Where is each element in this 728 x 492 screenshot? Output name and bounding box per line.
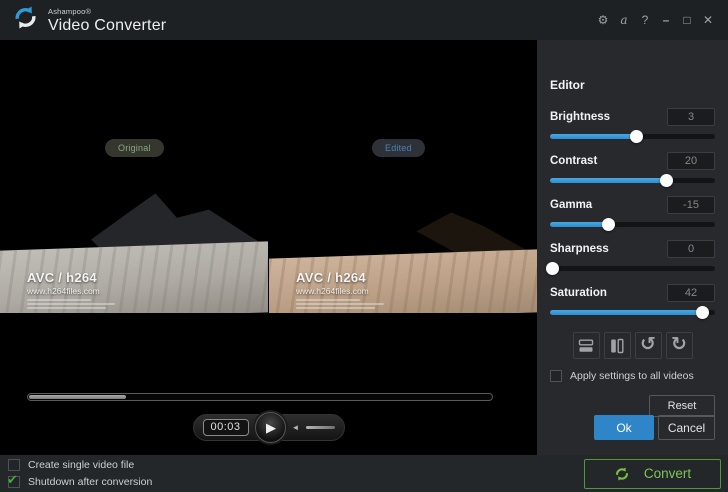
video-preview-area: Original Edited AVC / h264 www.h264files… bbox=[0, 40, 537, 455]
slider-thumb[interactable] bbox=[546, 262, 559, 275]
shutdown-checkbox[interactable]: ✔ bbox=[8, 476, 20, 488]
edited-codec-overlay: AVC / h264 www.h264files.com bbox=[296, 270, 384, 311]
gamma-label: Gamma bbox=[550, 199, 592, 211]
editor-panel: Editor Brightness 3 Contrast 20 bbox=[537, 40, 728, 455]
maximize-icon[interactable]: □ bbox=[679, 13, 695, 27]
rotate-left-button[interactable]: ↺ bbox=[635, 332, 662, 359]
reset-button[interactable]: Reset bbox=[649, 395, 715, 417]
sharpness-label: Sharpness bbox=[550, 243, 609, 255]
codec-title: AVC / h264 bbox=[296, 270, 384, 285]
close-icon[interactable]: ✕ bbox=[700, 13, 716, 27]
sharpness-value[interactable]: 0 bbox=[667, 240, 715, 258]
brightness-label: Brightness bbox=[550, 111, 610, 123]
gamma-slider[interactable] bbox=[550, 222, 715, 227]
saturation-slider[interactable] bbox=[550, 310, 715, 315]
sharpness-slider-group: Sharpness 0 bbox=[550, 240, 715, 271]
convert-icon bbox=[614, 466, 630, 482]
slider-thumb[interactable] bbox=[602, 218, 615, 231]
codec-url: www.h264files.com bbox=[27, 286, 115, 296]
convert-button[interactable]: Convert bbox=[584, 459, 721, 489]
rotate-right-button[interactable]: ↻ bbox=[666, 332, 693, 359]
play-button[interactable]: ▶ bbox=[255, 412, 286, 443]
brightness-slider-group: Brightness 3 bbox=[550, 108, 715, 139]
sharpness-slider[interactable] bbox=[550, 266, 715, 271]
window-controls: ⚙ a ? – □ ✕ bbox=[595, 13, 716, 27]
slider-thumb[interactable] bbox=[696, 306, 709, 319]
slider-thumb[interactable] bbox=[630, 130, 643, 143]
footer-options: ✔ Create single video file ✔ Shutdown af… bbox=[8, 459, 152, 488]
account-icon[interactable]: a bbox=[616, 13, 632, 27]
time-display: 00:03 bbox=[203, 419, 249, 436]
contrast-slider-group: Contrast 20 bbox=[550, 152, 715, 183]
play-icon: ▶ bbox=[266, 421, 276, 434]
cancel-button[interactable]: Cancel bbox=[658, 415, 715, 440]
apply-all-label: Apply settings to all videos bbox=[570, 370, 694, 382]
contrast-value[interactable]: 20 bbox=[667, 152, 715, 170]
app-window: Ashampoo® Video Converter ⚙ a ? – □ ✕ Or… bbox=[0, 0, 728, 492]
slider-thumb[interactable] bbox=[660, 174, 673, 187]
flip-horizontal-button[interactable] bbox=[604, 332, 631, 359]
app-logo-icon bbox=[12, 4, 39, 36]
seek-progress bbox=[29, 395, 126, 399]
convert-label: Convert bbox=[644, 466, 691, 481]
app-title: Video Converter bbox=[48, 18, 166, 34]
minimize-icon[interactable]: – bbox=[658, 13, 674, 27]
player-controls: 00:03 ▶ ◄ bbox=[193, 414, 345, 441]
saturation-label: Saturation bbox=[550, 287, 607, 299]
settings-gear-icon[interactable]: ⚙ bbox=[595, 13, 611, 27]
shutdown-after-conversion-row[interactable]: ✔ Shutdown after conversion bbox=[8, 476, 152, 488]
edited-video-frame: AVC / h264 www.h264files.com bbox=[269, 177, 537, 313]
edited-label-badge: Edited bbox=[372, 139, 425, 157]
flip-vertical-button[interactable] bbox=[573, 332, 600, 359]
volume-slider[interactable] bbox=[306, 426, 334, 429]
footer-bar: ✔ Create single video file ✔ Shutdown af… bbox=[0, 455, 728, 492]
titlebar: Ashampoo® Video Converter ⚙ a ? – □ ✕ bbox=[0, 0, 728, 40]
brightness-value[interactable]: 3 bbox=[667, 108, 715, 126]
flip-vertical-icon bbox=[578, 338, 594, 354]
codec-metadata-lines bbox=[296, 299, 384, 309]
ok-button[interactable]: Ok bbox=[594, 415, 654, 440]
original-video-frame: AVC / h264 www.h264files.com bbox=[0, 177, 268, 313]
codec-url: www.h264files.com bbox=[296, 286, 384, 296]
flip-horizontal-icon bbox=[609, 338, 625, 354]
codec-title: AVC / h264 bbox=[27, 270, 115, 285]
apply-all-row[interactable]: ✔ Apply settings to all videos bbox=[550, 370, 715, 382]
original-codec-overlay: AVC / h264 www.h264files.com bbox=[27, 270, 115, 311]
create-single-file-row[interactable]: ✔ Create single video file bbox=[8, 459, 152, 471]
saturation-slider-group: Saturation 42 bbox=[550, 284, 715, 315]
contrast-label: Contrast bbox=[550, 155, 597, 167]
help-icon[interactable]: ? bbox=[637, 13, 653, 27]
editor-panel-title: Editor bbox=[550, 78, 715, 92]
brand-name: Ashampoo® bbox=[48, 8, 166, 16]
transform-buttons: ↺ ↻ bbox=[550, 332, 715, 359]
create-single-file-checkbox[interactable]: ✔ bbox=[8, 459, 20, 471]
gamma-slider-group: Gamma -15 bbox=[550, 196, 715, 227]
brand: Ashampoo® Video Converter bbox=[12, 4, 166, 36]
shutdown-label: Shutdown after conversion bbox=[28, 476, 152, 488]
dialog-buttons: Ok Cancel bbox=[550, 415, 715, 440]
comparison-frames: AVC / h264 www.h264files.com AVC / h264 … bbox=[0, 177, 537, 313]
codec-metadata-lines bbox=[27, 299, 115, 309]
check-icon: ✔ bbox=[7, 472, 18, 488]
rotate-right-icon: ↻ bbox=[671, 335, 687, 354]
gamma-value[interactable]: -15 bbox=[667, 196, 715, 214]
create-single-file-label: Create single video file bbox=[28, 459, 134, 471]
original-label-badge: Original bbox=[105, 139, 164, 157]
brightness-slider[interactable] bbox=[550, 134, 715, 139]
rotate-left-icon: ↺ bbox=[640, 335, 656, 354]
apply-all-checkbox[interactable]: ✔ bbox=[550, 370, 562, 382]
seek-bar[interactable] bbox=[27, 393, 493, 401]
volume-icon: ◄ bbox=[292, 423, 300, 432]
saturation-value[interactable]: 42 bbox=[667, 284, 715, 302]
contrast-slider[interactable] bbox=[550, 178, 715, 183]
